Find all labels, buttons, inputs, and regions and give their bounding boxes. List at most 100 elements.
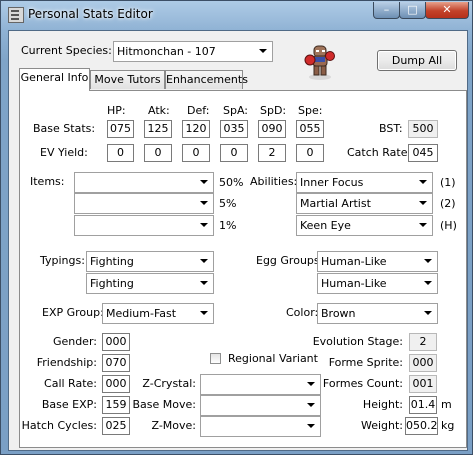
base-atk-field[interactable]: 125 <box>144 120 172 138</box>
stat-header-atk: Atk: <box>148 104 170 117</box>
ev-yield-label: EV Yield: <box>40 146 88 159</box>
catch-rate-label: Catch Rate: <box>347 146 412 159</box>
chevron-down-icon <box>419 223 427 227</box>
egg-groups-label: Egg Groups: <box>256 254 324 267</box>
close-button[interactable]: ✕ <box>425 2 469 19</box>
height-label: Height: <box>362 398 403 411</box>
title-bar[interactable]: Personal Stats Editor – □ ✕ <box>1 1 472 29</box>
base-spa-field[interactable]: 035 <box>220 120 248 138</box>
species-select[interactable]: Hitmonchan - 107 <box>113 41 273 62</box>
weight-label: Weight: <box>360 419 403 432</box>
call-rate-field[interactable]: 000 <box>102 375 130 393</box>
minimize-button[interactable]: – <box>373 2 400 19</box>
friendship-field[interactable]: 070 <box>102 354 130 372</box>
typings-label: Typings: <box>40 254 85 267</box>
catch-rate-field[interactable]: 045 <box>408 144 438 162</box>
bst-value: 500 <box>408 120 438 138</box>
gender-label: Gender: <box>52 335 97 348</box>
base-spe-field[interactable]: 055 <box>296 120 324 138</box>
ability-value-3: Keen Eye <box>300 219 351 232</box>
base-move-label: Base Move: <box>132 398 197 411</box>
chevron-down-icon <box>200 180 208 184</box>
gender-field[interactable]: 000 <box>102 333 130 351</box>
item-select-2[interactable] <box>74 193 214 214</box>
stat-header-def: Def: <box>187 104 210 117</box>
window-title: Personal Stats Editor <box>28 7 153 21</box>
hatch-cycles-label: Hatch Cycles: <box>21 419 97 432</box>
maximize-icon: □ <box>407 3 418 16</box>
ability-slot-1: (1) <box>440 176 456 189</box>
base-exp-label: Base EXP: <box>41 398 97 411</box>
client-area: Current Species: Hitmonchan - 107 Dump A… <box>8 30 468 451</box>
abilities-label: Abilities: <box>250 175 298 188</box>
friendship-label: Friendship: <box>36 356 97 369</box>
close-icon: ✕ <box>442 3 452 16</box>
item-percent-1: 50% <box>219 176 244 189</box>
color-label: Color: <box>286 306 319 319</box>
ev-spa-field[interactable]: 0 <box>220 144 248 162</box>
editor-window: Personal Stats Editor – □ ✕ Current Spec… <box>0 0 473 455</box>
stat-header-spd: SpD: <box>260 104 287 117</box>
hatch-cycles-field[interactable]: 025 <box>102 417 130 435</box>
ev-spd-field[interactable]: 2 <box>258 144 286 162</box>
base-spd-field[interactable]: 090 <box>258 120 286 138</box>
item-select-1[interactable] <box>74 172 214 193</box>
tab-enhancements[interactable]: Enhancements <box>165 70 248 89</box>
item-select-3[interactable] <box>74 215 214 236</box>
egg-group-value-2: Human-Like <box>321 277 387 290</box>
formes-count-value: 001 <box>409 375 437 393</box>
egg-group-select-1[interactable]: Human-Like <box>317 251 438 272</box>
species-value: Hitmonchan - 107 <box>117 45 216 58</box>
chevron-down-icon <box>419 180 427 184</box>
ev-spe-field[interactable]: 0 <box>296 144 324 162</box>
dump-all-button[interactable]: Dump All <box>377 50 457 71</box>
ev-hp-field[interactable]: 0 <box>107 144 134 162</box>
formes-count-label: Formes Count: <box>322 377 403 390</box>
exp-group-value: Medium-Fast <box>106 307 177 320</box>
base-stats-label: Base Stats: <box>33 122 96 135</box>
color-select[interactable]: Brown <box>317 303 438 324</box>
items-label: Items: <box>30 175 65 188</box>
chevron-down-icon <box>200 223 208 227</box>
egg-group-select-2[interactable]: Human-Like <box>317 273 438 294</box>
type-select-2[interactable]: Fighting <box>86 273 214 294</box>
evolution-stage-label: Evolution Stage: <box>312 335 403 348</box>
general-info-panel: HP: Atk: Def: SpA: SpD: Spe: Base Stats:… <box>19 90 467 448</box>
type-select-1[interactable]: Fighting <box>86 251 214 272</box>
exp-group-label: EXP Group: <box>42 306 104 319</box>
forme-sprite-label: Forme Sprite: <box>328 356 403 369</box>
stat-header-spe: Spe: <box>298 104 323 117</box>
exp-group-select[interactable]: Medium-Fast <box>102 303 214 324</box>
tab-move-tutors[interactable]: Move Tutors <box>90 70 165 89</box>
ability-value-2: Martial Artist <box>300 197 371 210</box>
chevron-down-icon <box>200 259 208 263</box>
minimize-icon: – <box>383 3 390 16</box>
evolution-stage-value: 2 <box>409 333 437 351</box>
chevron-down-icon <box>200 281 208 285</box>
z-move-label: Z-Move: <box>151 419 196 432</box>
base-exp-field[interactable]: 159 <box>102 396 130 414</box>
tab-general-info[interactable]: General Info <box>19 68 90 91</box>
chevron-down-icon <box>200 311 208 315</box>
bst-label: BST: <box>379 122 403 135</box>
weight-unit: kg <box>441 419 455 432</box>
ability-select-1[interactable]: Inner Focus <box>296 172 433 193</box>
regional-variant-checkbox[interactable] <box>210 353 221 364</box>
ability-select-2[interactable]: Martial Artist <box>296 193 433 214</box>
chevron-down-icon <box>200 201 208 205</box>
app-icon <box>8 7 24 23</box>
ev-atk-field[interactable]: 0 <box>144 144 172 162</box>
height-field[interactable]: 01.4 <box>409 396 437 414</box>
ev-def-field[interactable]: 0 <box>182 144 210 162</box>
stat-header-hp: HP: <box>107 104 126 117</box>
forme-sprite-value: 000 <box>409 354 437 372</box>
maximize-button[interactable]: □ <box>399 2 426 19</box>
chevron-down-icon <box>419 201 427 205</box>
weight-field[interactable]: 050.2 <box>405 417 438 435</box>
base-hp-field[interactable]: 075 <box>107 120 134 138</box>
ability-select-3[interactable]: Keen Eye <box>296 215 433 236</box>
pokemon-sprite <box>304 45 335 80</box>
chevron-down-icon <box>424 281 432 285</box>
current-species-label: Current Species: <box>21 44 112 57</box>
base-def-field[interactable]: 120 <box>182 120 210 138</box>
